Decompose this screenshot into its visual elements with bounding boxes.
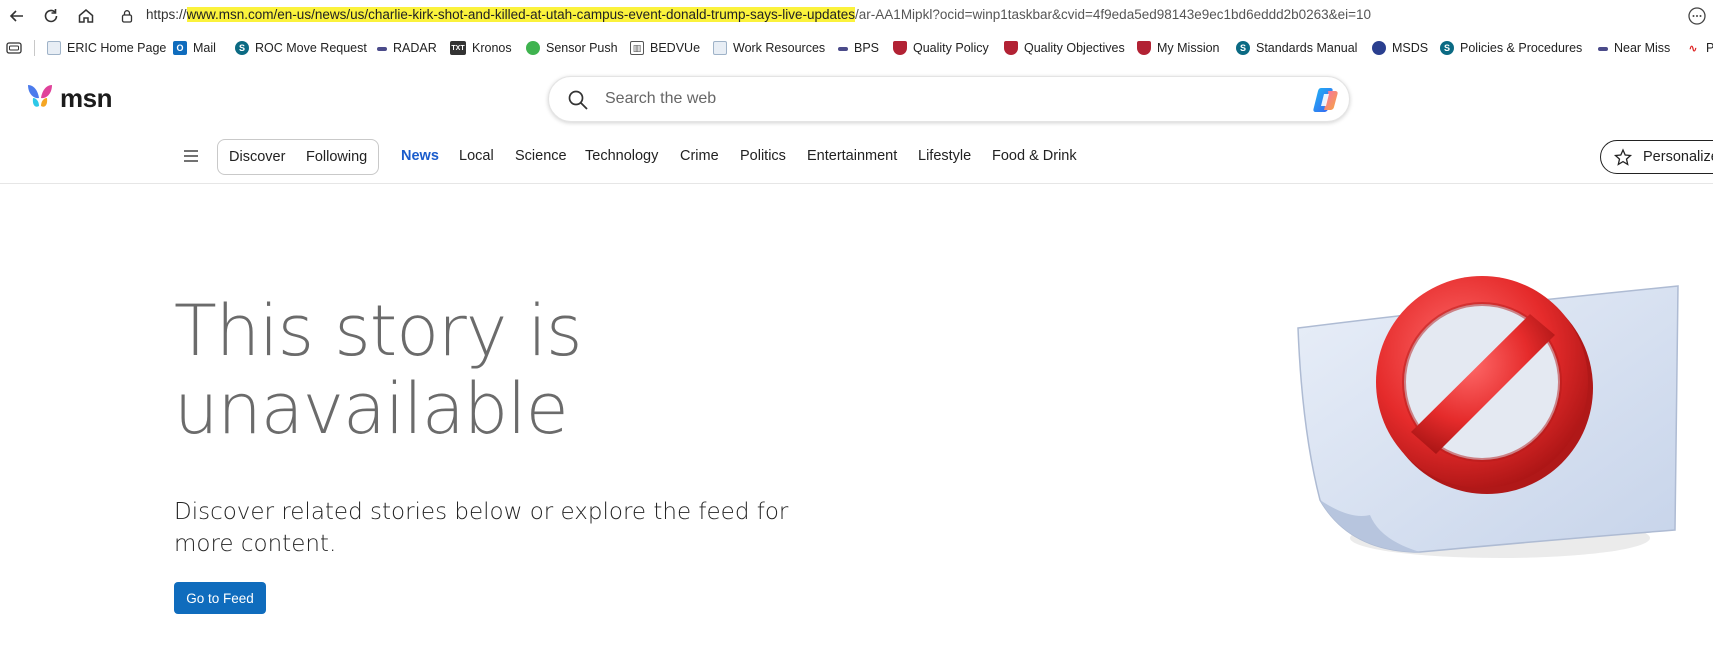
nav-crime[interactable]: Crime	[680, 148, 719, 164]
bookmark-policies-procedures[interactable]: S Policies & Procedures	[1440, 38, 1582, 58]
nav-technology[interactable]: Technology	[585, 148, 658, 164]
outlook-icon: O	[173, 41, 187, 55]
dash-icon	[838, 47, 848, 51]
page-title: This story is unavailable	[174, 290, 582, 450]
address-bar[interactable]: https://www.msn.com/en-us/news/us/charli…	[112, 3, 1672, 29]
home-icon	[78, 9, 94, 23]
msn-wordmark: msn	[60, 82, 112, 113]
tab-discover[interactable]: Discover	[229, 149, 285, 165]
page-icon	[713, 41, 727, 55]
page-subtext: Discover related stories below or explor…	[174, 499, 789, 557]
bookmark-p[interactable]: ∿ P	[1686, 38, 1713, 58]
search-icon	[568, 90, 588, 110]
txt-icon: TXT	[450, 41, 466, 55]
browser-more-button[interactable]	[1686, 5, 1708, 27]
butterfly-logo-icon	[28, 85, 52, 107]
nav-lifestyle[interactable]: Lifestyle	[918, 148, 971, 164]
sharepoint-icon: S	[1440, 41, 1454, 55]
search-input[interactable]: Search the web	[605, 90, 716, 108]
category-nav: Discover Following News Local Science Te…	[0, 134, 1713, 184]
bookmark-divider	[34, 40, 35, 56]
bookmark-msds[interactable]: MSDS	[1372, 38, 1428, 58]
url-text: https://www.msn.com/en-us/news/us/charli…	[146, 7, 1372, 22]
dash-icon	[1598, 47, 1608, 51]
hamburger-menu-icon[interactable]	[182, 148, 200, 164]
bookmark-near-miss[interactable]: Near Miss	[1598, 38, 1670, 58]
sharepoint-icon: S	[235, 41, 249, 55]
bookmark-mail[interactable]: O Mail	[173, 38, 216, 58]
chart-icon: ▥	[630, 41, 644, 55]
url-highlight: www.msn.com/en-us/news/us/charlie-kirk-s…	[186, 7, 856, 22]
copilot-icon[interactable]	[1311, 85, 1341, 115]
bookmark-radar[interactable]: RADAR	[377, 38, 437, 58]
bookmark-sensor-push[interactable]: Sensor Push	[526, 38, 618, 58]
bookmark-quality-policy[interactable]: Quality Policy	[893, 38, 989, 58]
bookmark-my-mission[interactable]: My Mission	[1137, 38, 1220, 58]
scribble-icon: ∿	[1688, 42, 1698, 55]
page-icon	[47, 41, 61, 55]
shield-icon	[893, 41, 907, 55]
sharepoint-icon: S	[1236, 41, 1250, 55]
feed-toggle: Discover Following	[217, 139, 379, 175]
refresh-icon	[44, 9, 58, 23]
back-arrow-icon	[9, 10, 23, 22]
personalize-button[interactable]: Personalize	[1600, 140, 1713, 174]
nav-politics[interactable]: Politics	[740, 148, 786, 164]
search-box[interactable]: Search the web	[548, 76, 1350, 122]
refresh-button[interactable]	[38, 4, 64, 28]
reading-list-button[interactable]	[6, 38, 22, 58]
bookmark-bedvue[interactable]: ▥ BEDVUe	[630, 38, 700, 58]
msn-logo[interactable]: msn	[24, 82, 112, 114]
nav-science[interactable]: Science	[515, 148, 567, 164]
nav-local[interactable]: Local	[459, 148, 494, 164]
globe-icon	[1372, 41, 1386, 55]
dash-icon	[377, 47, 387, 51]
bookmark-standards-manual[interactable]: S Standards Manual	[1236, 38, 1357, 58]
shield-icon	[1004, 41, 1018, 55]
bookmark-bps[interactable]: BPS	[838, 38, 879, 58]
nav-news[interactable]: News	[401, 148, 439, 164]
bookmarks-bar: ERIC Home Page O Mail S ROC Move Request R…	[0, 36, 1713, 60]
back-button[interactable]	[4, 4, 30, 28]
home-button[interactable]	[73, 4, 99, 28]
bookmark-roc-move-request[interactable]: S ROC Move Request	[235, 38, 367, 58]
leaf-icon	[526, 41, 540, 55]
bookmark-kronos[interactable]: TXT Kronos	[450, 38, 512, 58]
bookmark-quality-objectives[interactable]: Quality Objectives	[1004, 38, 1125, 58]
more-icon	[1688, 7, 1706, 25]
shield-icon	[1137, 41, 1151, 55]
go-to-feed-button[interactable]: Go to Feed	[174, 582, 266, 614]
tab-icon	[6, 42, 22, 54]
prohibited-sign-illustration	[1297, 276, 1679, 558]
browser-toolbar: https://www.msn.com/en-us/news/us/charli…	[0, 0, 1713, 32]
nav-food-drink[interactable]: Food & Drink	[992, 148, 1077, 164]
tab-following[interactable]: Following	[306, 149, 367, 165]
bookmark-work-resources[interactable]: Work Resources	[713, 38, 825, 58]
lock-icon	[121, 10, 133, 23]
sparkle-star-icon	[1613, 148, 1633, 166]
bookmark-eric-home-page[interactable]: ERIC Home Page	[47, 38, 166, 58]
nav-entertainment[interactable]: Entertainment	[807, 148, 897, 164]
